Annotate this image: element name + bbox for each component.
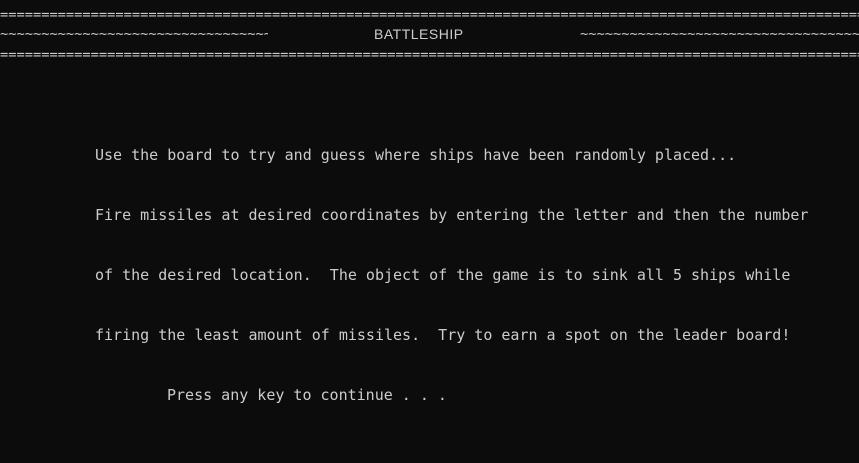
instruction-line-3: of the desired location. The object of t…: [95, 266, 791, 284]
console-window[interactable]: ========================================…: [0, 0, 859, 463]
title-tildes-left: ~~~~~~~~~~~~~~~~~~~~~~~~~~~~~~~~~~~~~~~: [0, 26, 268, 42]
header-rule-bottom: ========================================…: [0, 47, 859, 63]
header-rule-top: ========================================…: [0, 7, 859, 23]
game-title: BATTLESHIP: [374, 26, 464, 42]
instruction-line-4: firing the least amount of missiles. Try…: [95, 326, 791, 344]
title-banner: ~~~~~~~~~~~~~~~~~~~~~~~~~~~~~~~~~~~~~~~ …: [0, 24, 859, 44]
continue-prompt[interactable]: Press any key to continue . . .: [167, 385, 447, 405]
title-tildes-right: ~~~~~~~~~~~~~~~~~~~~~~~~~~~~~~~~~~~~~~~~…: [580, 26, 859, 42]
instruction-line-2: Fire missiles at desired coordinates by …: [95, 206, 809, 224]
instruction-line-1: Use the board to try and guess where shi…: [95, 146, 737, 164]
